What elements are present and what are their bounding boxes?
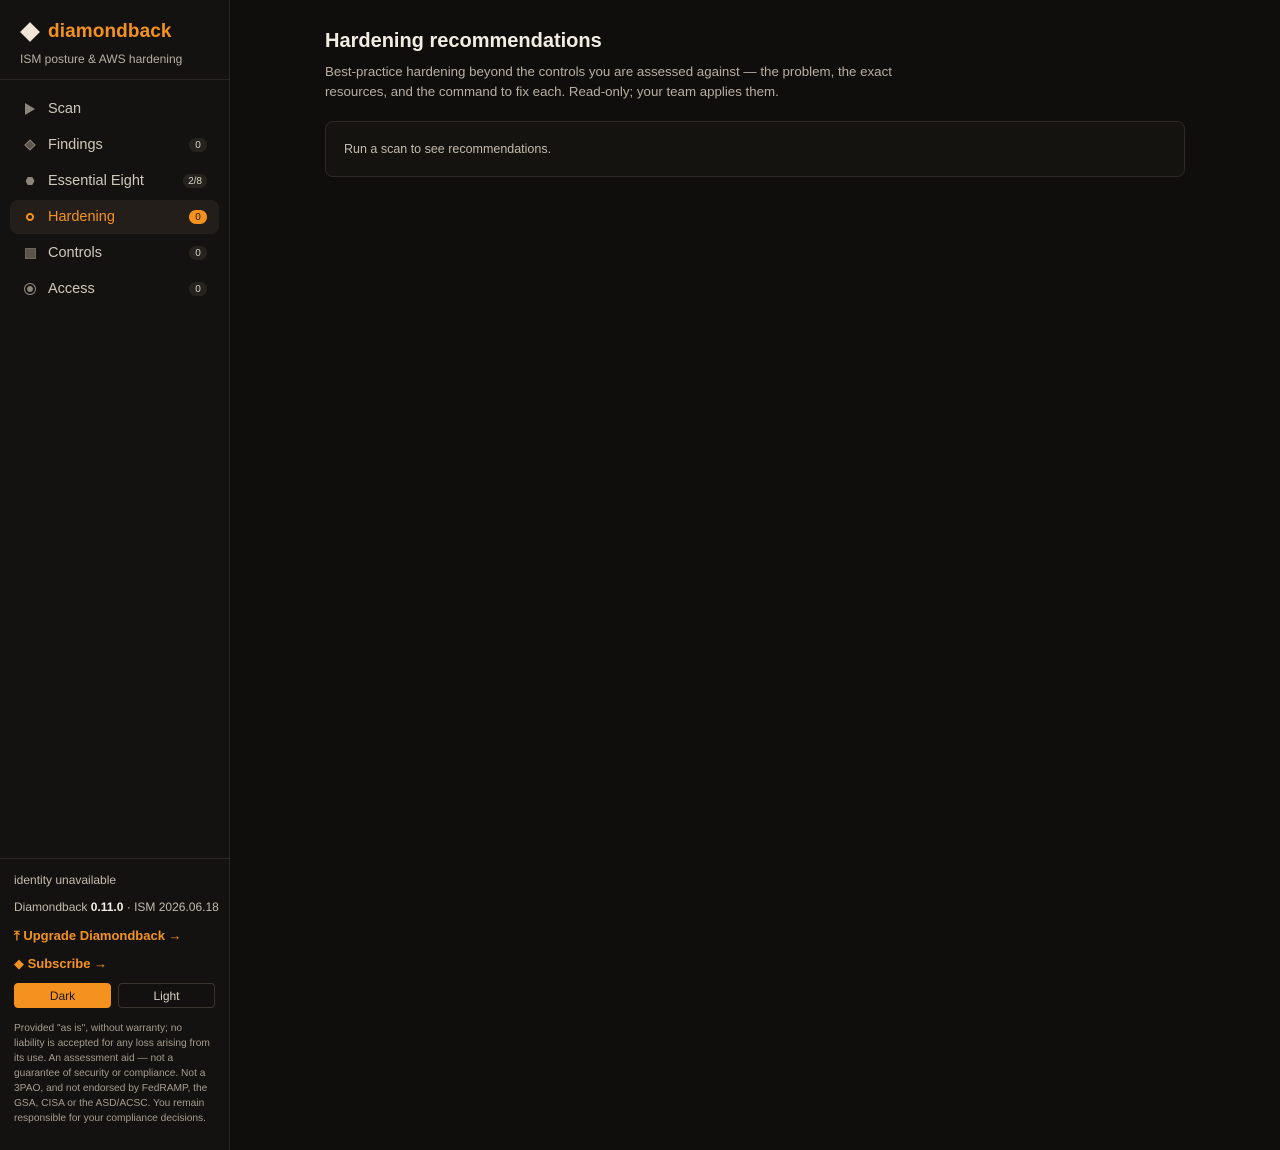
play-icon [24, 103, 36, 115]
main-content: Hardening recommendations Best-practice … [325, 30, 1185, 177]
empty-state-message: Run a scan to see recommendations. [344, 142, 552, 156]
brand-name: diamondback [48, 21, 172, 42]
square-icon [24, 247, 36, 259]
version-info: Diamondback 0.11.0 · ISM 2026.06.18 [14, 900, 219, 914]
empty-state-card: Run a scan to see recommendations. [325, 121, 1185, 177]
count-badge: 2/8 [183, 174, 207, 188]
count-badge: 0 [189, 246, 207, 260]
disclaimer-text: Provided "as is", without warranty; no l… [14, 1023, 210, 1124]
count-badge: 0 [189, 210, 207, 224]
sidebar-footer: identity unavailable Diamondback 0.11.0 … [0, 858, 229, 1126]
sidebar: diamondback ISM posture & AWS hardening … [0, 0, 230, 1150]
theme-light-button[interactable]: Light [118, 983, 215, 1008]
sidebar-item-label: Access [48, 281, 95, 297]
circle-icon [24, 283, 36, 295]
brand-tagline: ISM posture & AWS hardening [20, 52, 183, 66]
brand-header: diamondback ISM posture & AWS hardening [0, 0, 229, 80]
sidebar-item-scan[interactable]: Scan [10, 92, 219, 126]
sidebar-item-findings[interactable]: Findings 0 [10, 128, 219, 162]
sidebar-item-label: Hardening [48, 209, 115, 225]
version-suffix: · ISM 2026.06.18 [123, 900, 219, 914]
subscribe-link[interactable]: ◆ Subscribe → [14, 956, 215, 971]
sidebar-item-essential-eight[interactable]: Essential Eight 2/8 [10, 164, 219, 198]
sidebar-item-label: Findings [48, 137, 103, 153]
page-description: Best-practice hardening beyond the contr… [325, 64, 892, 99]
sidebar-item-access[interactable]: Access 0 [10, 272, 219, 306]
upgrade-link[interactable]: ⤒ Upgrade Diamondback → [14, 928, 215, 943]
version-prefix: Diamondback [14, 900, 91, 914]
count-badge: 0 [189, 282, 207, 296]
diamond-icon [24, 139, 36, 151]
identity-status: identity unavailable [14, 873, 117, 887]
sidebar-item-label: Controls [48, 245, 102, 261]
hexagon-icon [24, 175, 36, 187]
sidebar-item-label: Essential Eight [48, 173, 144, 189]
sidebar-item-controls[interactable]: Controls 0 [10, 236, 219, 270]
sidebar-item-label: Scan [48, 101, 82, 117]
diamond-logo-icon [20, 22, 40, 42]
theme-dark-button[interactable]: Dark [14, 983, 111, 1008]
sidebar-nav: Scan Findings 0 Essential Eight 2/8 Hard… [0, 80, 229, 306]
page-title: Hardening recommendations [325, 30, 602, 52]
sidebar-item-hardening[interactable]: Hardening 0 [10, 200, 219, 234]
brand-row[interactable]: diamondback [20, 20, 209, 44]
count-badge: 0 [189, 138, 207, 152]
gear-icon [24, 211, 36, 223]
theme-toggle: Dark Light [14, 983, 215, 1008]
version-number: 0.11.0 [90, 900, 124, 914]
